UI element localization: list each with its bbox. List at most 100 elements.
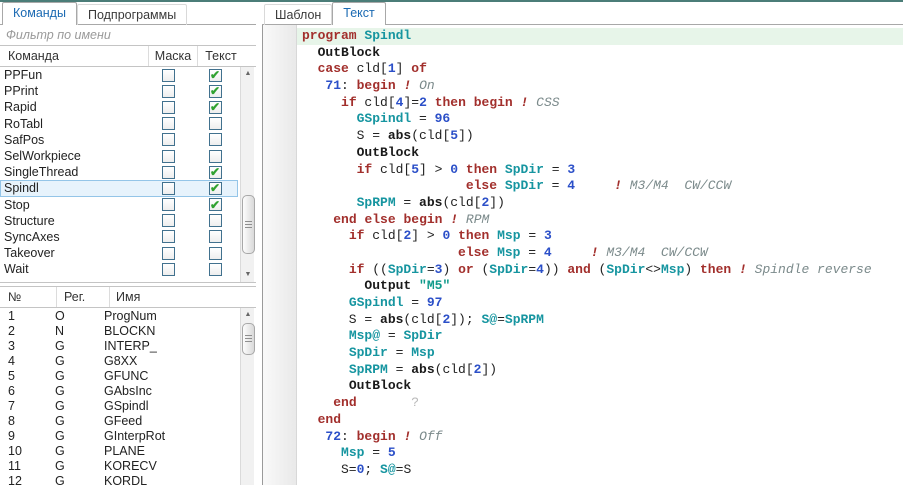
checkbox-unchecked[interactable] [161,262,175,276]
checkbox-unchecked[interactable] [161,230,175,244]
column-header-command: Команда [8,49,59,63]
register-letter: G [55,368,65,383]
checkbox-checked[interactable]: ✔ [208,84,222,98]
filter-by-name-input[interactable] [0,28,256,42]
register-row[interactable]: 7 G GSpindl [0,398,238,413]
checkbox-checked[interactable]: ✔ [208,198,222,212]
code-line: S = abs(cld[5]) [302,128,474,144]
command-row[interactable]: PPrint ✔ [0,83,238,99]
mask-cell [144,230,192,244]
code-line: else SpDir = 4 ! M3/M4 CW/CCW [465,178,732,194]
scroll-up-arrow-icon[interactable]: ▲ [241,67,255,81]
command-row[interactable]: PPFun ✔ [0,67,238,83]
code-area[interactable]: program Spindl OutBlock case cld[1] of 7… [297,25,903,485]
checkbox-unchecked[interactable] [208,230,222,244]
command-row[interactable]: Takeover [0,245,238,261]
checkbox-unchecked[interactable] [161,149,175,163]
checkbox-unchecked[interactable] [208,117,222,131]
scroll-up-arrow-icon[interactable]: ▲ [241,308,255,322]
left-tabbar: Команды Подпрограммы [0,2,256,25]
checkbox-unchecked[interactable] [161,198,175,212]
column-header-name: Имя [109,287,256,307]
command-name: SafPos [4,132,45,147]
register-row[interactable]: 6 G GAbsInc [0,383,238,398]
scrollbar-thumb[interactable] [242,195,255,254]
register-name: ProgNum [104,308,157,323]
tab-commands[interactable]: Команды [2,2,77,25]
tab-template[interactable]: Шаблон [264,4,333,25]
checkbox-unchecked[interactable] [208,262,222,276]
scroll-down-arrow-icon[interactable]: ▼ [241,268,255,282]
register-letter: G [55,353,65,368]
registers-scrollbar[interactable]: ▲ [240,308,255,485]
register-number: 5 [8,368,15,383]
commands-table: Команда Маска Текст PPFun ✔ PPrint ✔ Rapid ✔ R… [0,46,256,283]
register-name: INTERP_ [104,338,157,353]
text-cell [192,149,238,163]
register-row[interactable]: 9 G GInterpRot [0,428,238,443]
code-line: if cld[4]=2 then begin ! CSS [341,94,560,110]
checkbox-unchecked[interactable] [161,181,175,195]
checkbox-unchecked[interactable] [161,84,175,98]
register-number: 12 [8,473,22,485]
register-number: 4 [8,353,15,368]
command-row[interactable]: SyncAxes [0,229,238,245]
checkbox-unchecked[interactable] [208,246,222,260]
register-row[interactable]: 2 N BLOCKN [0,323,238,338]
checkbox-unchecked[interactable] [208,133,222,147]
tab-text[interactable]: Текст [332,2,386,25]
register-letter: G [55,428,65,443]
code-line: end ? [333,395,420,411]
register-row[interactable]: 12 G KORDL [0,473,238,485]
checkbox-unchecked[interactable] [161,246,175,260]
checkbox-checked[interactable]: ✔ [208,68,222,82]
checkbox-unchecked[interactable] [208,149,222,163]
register-name: BLOCKN [104,323,156,338]
register-row[interactable]: 1 O ProgNum [0,308,238,323]
checkbox-checked[interactable]: ✔ [208,100,222,114]
code-line: if cld[5] > 0 then SpDir = 3 [356,161,576,177]
register-number: 6 [8,383,15,398]
code-line: SpDir = Msp [348,345,435,361]
tab-subprograms[interactable]: Подпрограммы [76,4,188,25]
command-row[interactable]: Stop ✔ [0,197,238,213]
command-row[interactable]: Spindl ✔ [0,180,238,197]
register-row[interactable]: 4 G G8XX [0,353,238,368]
register-name: GFUNC [104,368,149,383]
command-row[interactable]: Rapid ✔ [0,99,238,115]
commands-scrollbar[interactable]: ▲ ▼ [240,67,255,282]
checkbox-unchecked[interactable] [161,68,175,82]
register-letter: G [55,458,65,473]
checkbox-checked[interactable]: ✔ [208,181,222,195]
register-row[interactable]: 5 G GFUNC [0,368,238,383]
mask-cell [144,84,192,98]
command-name: Takeover [4,246,55,261]
register-letter: G [55,413,65,428]
code-line: else Msp = 4 ! M3/M4 CW/CCW [458,244,708,260]
register-row[interactable]: 3 G INTERP_ [0,338,238,353]
registers-table-body: 1 O ProgNum 2 N BLOCKN 3 G INTERP_ 4 G G8XX 5 G GFUNC 6… [0,308,238,485]
code-line: end [317,411,342,427]
checkbox-unchecked[interactable] [161,100,175,114]
command-row[interactable]: RoTabl [0,116,238,132]
command-row[interactable]: SafPos [0,132,238,148]
register-row[interactable]: 11 G KORECV [0,458,238,473]
command-row[interactable]: Structure [0,213,238,229]
right-tabbar: Шаблон Текст [262,2,903,25]
register-row[interactable]: 8 G GFeed [0,413,238,428]
command-row[interactable]: Wait [0,261,238,277]
register-number: 8 [8,413,15,428]
checkbox-unchecked[interactable] [161,214,175,228]
checkbox-checked[interactable]: ✔ [208,165,222,179]
scrollbar-thumb[interactable] [242,323,255,355]
command-row[interactable]: SingleThread ✔ [0,164,238,180]
code-line: OutBlock [317,44,381,60]
mask-cell [144,117,192,131]
register-row[interactable]: 10 G PLANE [0,443,238,458]
code-line: Msp = 5 [341,445,396,461]
command-row[interactable]: SelWorkpiece [0,148,238,164]
checkbox-unchecked[interactable] [208,214,222,228]
checkbox-unchecked[interactable] [161,133,175,147]
checkbox-unchecked[interactable] [161,165,175,179]
checkbox-unchecked[interactable] [161,117,175,131]
